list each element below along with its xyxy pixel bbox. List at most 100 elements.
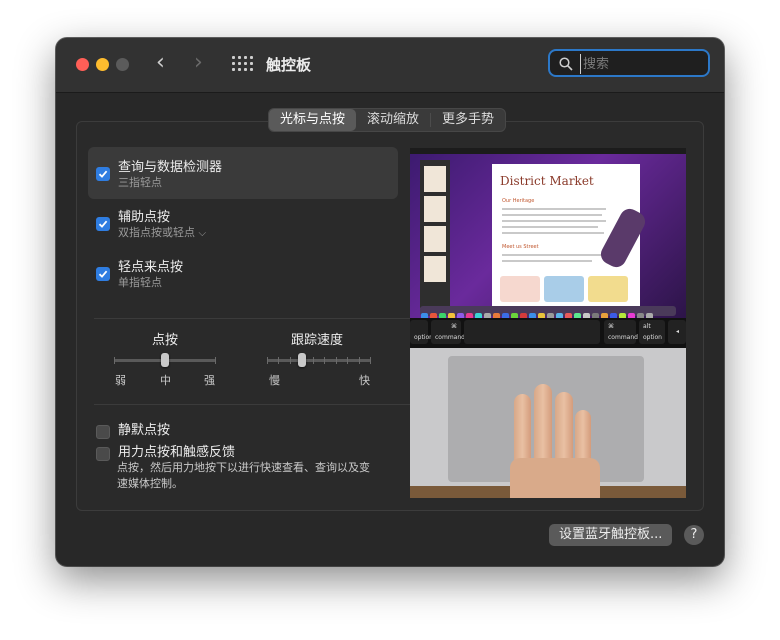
key-option-right: alt option: [639, 320, 665, 344]
key-symbol: ⌘: [451, 323, 457, 330]
preview-doc-line: [502, 220, 606, 222]
force-click-label: 用力点按和触感反馈: [118, 445, 236, 460]
tracking-speed-label: 跟踪速度: [291, 333, 344, 348]
key-option-left: option: [410, 320, 433, 344]
preview-thumb: [424, 256, 446, 282]
option-tap-to-click[interactable]: 轻点来点按 单指轻点: [88, 247, 398, 299]
preview-card: [544, 276, 584, 302]
zoom-window-button[interactable]: [116, 58, 129, 71]
preview-screen: District Market Our Heritage Meet us Str…: [410, 148, 686, 320]
chevron-down-icon: ⌵: [198, 228, 207, 239]
slider-tick: [290, 357, 291, 364]
chevron-left-icon[interactable]: ‹: [156, 52, 165, 74]
preview-sidebar: [420, 160, 450, 308]
help-button[interactable]: ?: [684, 525, 704, 545]
slider-tick: [359, 357, 360, 364]
preview-doc-line: [502, 254, 606, 256]
key-arrow-left: ◂: [668, 320, 686, 344]
option-subtitle: 三指轻点: [118, 176, 162, 189]
key-symbol: ⌘: [608, 323, 614, 330]
gesture-preview-video: District Market Our Heritage Meet us Str…: [410, 148, 686, 498]
preview-doc-line: [502, 214, 602, 216]
preview-doc-heading: Our Heritage: [502, 198, 535, 204]
key-command-left: ⌘ command: [431, 320, 465, 344]
preview-card: [588, 276, 628, 302]
key-space: [464, 320, 600, 344]
preview-thumb: [424, 196, 446, 222]
tap-to-click-checkbox[interactable]: [96, 267, 110, 281]
preview-doc-heading: Meet us Street: [502, 244, 539, 250]
silent-click-row[interactable]: 静默点按: [96, 421, 170, 440]
tab-scroll-and-zoom[interactable]: 滚动缩放: [356, 109, 430, 131]
tab-more-gestures[interactable]: 更多手势: [431, 109, 505, 131]
slider-track: [267, 359, 371, 362]
preview-hand: [510, 458, 600, 498]
key-label: option: [643, 334, 662, 341]
click-slider-label: 点按: [152, 333, 179, 348]
force-click-row[interactable]: 用力点按和触感反馈: [96, 443, 235, 462]
option-subtitle: 单指轻点: [118, 276, 162, 289]
preview-eggplant-image: [597, 205, 649, 271]
show-all-grid-icon[interactable]: [232, 56, 253, 72]
slider-tick: [324, 357, 325, 364]
tick-label-weak: 弱: [115, 374, 126, 387]
preview-dock: [420, 306, 676, 320]
key-label: alt: [643, 323, 651, 330]
minimize-window-button[interactable]: [96, 58, 109, 71]
checkmark-icon: [98, 220, 108, 228]
option-title: 查询与数据检测器: [118, 160, 223, 175]
title-bar: ‹ › 触控板: [56, 38, 724, 93]
preview-keyboard: option ⌘ command ⌘ command alt option ◂: [410, 318, 686, 348]
preview-doc-line: [502, 232, 604, 234]
key-label: command: [608, 334, 638, 341]
tab-bar: 光标与点按 滚动缩放 更多手势: [268, 108, 507, 132]
preview-doc-line: [502, 260, 592, 262]
preview-thumb: [424, 226, 446, 252]
slider-tick: [215, 357, 216, 364]
secondary-click-checkbox[interactable]: [96, 217, 110, 231]
tick-label-medium: 中: [160, 374, 171, 387]
checkmark-icon: [98, 170, 108, 178]
tab-point-and-click[interactable]: 光标与点按: [269, 109, 357, 131]
setup-bluetooth-trackpad-button[interactable]: 设置蓝牙触控板...: [549, 524, 673, 546]
preview-doc-title: District Market: [500, 174, 594, 188]
search-input[interactable]: [580, 54, 705, 74]
preview-doc-line: [502, 208, 606, 210]
checkmark-icon: [98, 270, 108, 278]
option-lookup-data-detectors[interactable]: 查询与数据检测器 三指轻点: [88, 147, 398, 199]
force-click-checkbox[interactable]: [96, 446, 110, 461]
key-label: command: [435, 334, 465, 341]
slider-tick: [336, 357, 337, 364]
search-field[interactable]: [548, 49, 710, 77]
preview-doc-line: [502, 226, 598, 228]
search-icon: [559, 57, 573, 71]
chevron-right-icon[interactable]: ›: [194, 52, 203, 74]
preview-thumb: [424, 166, 446, 192]
option-secondary-click[interactable]: 辅助点按 双指点按或轻点 ⌵: [88, 197, 398, 249]
slider-tick: [370, 357, 371, 364]
slider-tick: [267, 357, 268, 364]
option-title: 辅助点按: [118, 210, 171, 225]
tick-label-firm: 强: [204, 374, 215, 387]
option-title: 轻点来点按: [118, 260, 184, 275]
preview-document: District Market Our Heritage Meet us Str…: [492, 164, 649, 306]
slider-tick: [278, 357, 279, 364]
tick-label-fast: 快: [359, 374, 370, 387]
slider-tick: [114, 357, 115, 364]
tick-label-slow: 慢: [269, 374, 280, 387]
silent-click-checkbox[interactable]: [96, 424, 110, 439]
preview-menu-bar: [410, 148, 686, 154]
silent-click-label: 静默点按: [118, 423, 171, 438]
preview-card: [500, 276, 540, 302]
system-preferences-window: ‹ › 触控板 光标与点按 滚动缩放 更多手势 查询与数据检测器 三指轻点: [56, 38, 724, 566]
lookup-checkbox[interactable]: [96, 167, 110, 181]
force-click-description: 点按，然后用力地按下以进行快速查看、查询以及变速媒体控制。: [117, 461, 370, 490]
window-title: 触控板: [266, 56, 312, 74]
secondary-click-popup[interactable]: 双指点按或轻点 ⌵: [118, 224, 206, 240]
close-window-button[interactable]: [76, 58, 89, 71]
tracking-speed-knob[interactable]: [298, 353, 307, 367]
option-subtitle: 双指点按或轻点: [118, 226, 195, 239]
click-slider-knob[interactable]: [161, 353, 169, 367]
key-command-right: ⌘ command: [604, 320, 638, 344]
preview-laptop-base: [410, 348, 686, 498]
